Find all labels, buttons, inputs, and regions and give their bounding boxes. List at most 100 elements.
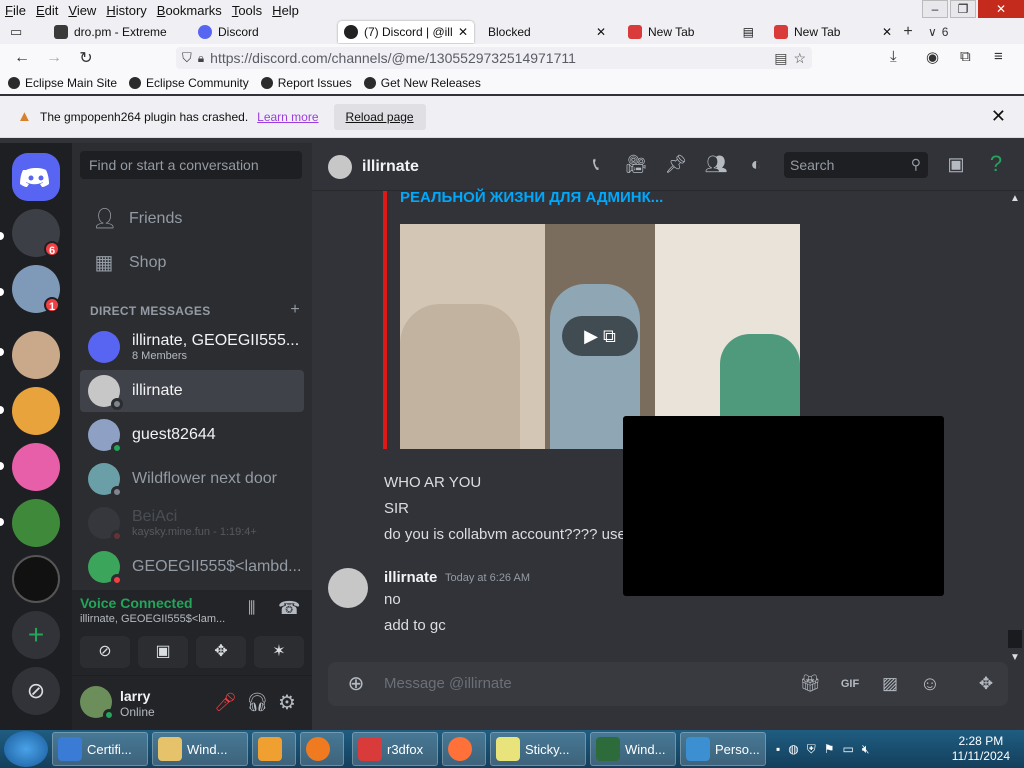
close-tab-icon[interactable]: ✕ — [452, 25, 468, 39]
extensions-icon[interactable]: ⧉ — [960, 48, 971, 65]
tab-new-tab-2[interactable]: New Tab ✕ — [760, 21, 898, 43]
menu-file[interactable]: File — [0, 3, 31, 18]
tab-new-tab-1[interactable]: New Tab ▤ — [612, 21, 760, 43]
dm-item-guest82644[interactable]: guest82644 — [80, 414, 304, 456]
audio-playing-icon[interactable] — [344, 25, 358, 39]
dm-item-wildflower[interactable]: Wildflower next door — [80, 458, 304, 500]
tab-dro-pm[interactable]: dro.pm - Extreme — [48, 21, 192, 43]
add-server-icon[interactable]: + — [12, 611, 60, 659]
server-globe[interactable]: 1 — [12, 265, 60, 313]
tab-discord[interactable]: Discord — [192, 21, 338, 43]
menu-bookmarks[interactable]: Bookmarks — [152, 3, 227, 18]
scroll-down-arrow-icon[interactable]: ▼ — [1010, 652, 1020, 663]
video-call-icon[interactable]: 🎥︎ — [624, 152, 648, 176]
bookmark-star-icon[interactable]: ☆ — [793, 50, 806, 67]
taskbar-app[interactable] — [300, 732, 344, 766]
nav-friends[interactable]: 👤︎ Friends — [80, 199, 304, 239]
activities-button[interactable]: ✥ — [196, 636, 246, 668]
new-tab-icon[interactable]: + — [898, 23, 918, 41]
server-group-dm[interactable]: 6 — [12, 209, 60, 257]
tray-flag-icon[interactable]: ⚑ — [824, 742, 835, 757]
menu-view[interactable]: View — [63, 3, 101, 18]
dm-item-group[interactable]: illirnate, GEOEGII555... 8 Members — [80, 326, 304, 368]
nav-shop[interactable]: ▦ Shop — [80, 243, 304, 283]
taskbar-certificates[interactable]: Certifi... — [52, 732, 148, 766]
tray-security-icon[interactable]: ⛨ — [807, 742, 816, 757]
message-author[interactable]: illirnate — [384, 569, 437, 586]
dm-item-beiaci[interactable]: BeiAci kaysky.mine.fun - 1:19:4+ — [80, 502, 304, 544]
camera-off-button[interactable]: ⊘ — [80, 636, 130, 668]
discord-home-button[interactable] — [12, 153, 60, 201]
server-vegans[interactable] — [12, 499, 60, 547]
taskbar-sticky-notes[interactable]: Sticky... — [490, 732, 586, 766]
headphones-icon[interactable]: 🎧︎ — [246, 692, 269, 713]
minimize-button[interactable]: – — [922, 0, 948, 18]
taskbar-windows[interactable]: Wind... — [590, 732, 676, 766]
learn-more-link[interactable]: Learn more — [257, 110, 318, 124]
gift-icon[interactable]: 🎁︎ — [798, 672, 822, 696]
embed-title-link[interactable]: РЕАЛЬНОЙ ЖИЗНИ ДЛЯ АДМИНК... — [400, 189, 663, 206]
server-ae[interactable] — [12, 555, 60, 603]
server-cat[interactable] — [12, 387, 60, 435]
apps-icon[interactable]: ✥ — [974, 672, 998, 696]
message-author-avatar[interactable] — [328, 568, 368, 608]
noise-suppression-icon[interactable]: ⫼ — [248, 600, 255, 618]
reload-page-button[interactable]: Reload page — [333, 103, 426, 130]
settings-gear-icon[interactable]: ⚙ — [278, 690, 296, 715]
close-tab-icon[interactable]: ✕ — [876, 25, 892, 39]
forward-arrow-icon[interactable]: → — [38, 49, 70, 67]
bookmark-eclipse-main[interactable]: Eclipse Main Site — [8, 76, 117, 90]
server-portrait[interactable] — [12, 331, 60, 379]
discover-compass-icon[interactable]: ⊘ — [12, 667, 60, 715]
voice-call-icon[interactable]: 📞︎ — [584, 152, 608, 176]
screen-share-button[interactable]: ▣ — [138, 636, 188, 668]
message-composer[interactable]: ⊕ Message @illirnate 🎁︎ GIF ▨ ☺ ✥ — [328, 662, 1008, 706]
tray-volume-muted-icon[interactable]: 🔇︎ — [862, 742, 870, 757]
tab-list-icon[interactable]: ▭ — [10, 24, 30, 40]
gif-icon[interactable]: GIF — [838, 672, 862, 696]
dm-search-input[interactable]: Find or start a conversation — [80, 151, 302, 179]
url-bar[interactable]: ⛉ 🔒︎ https://discord.com/channels/@me/13… — [176, 47, 812, 69]
url-text[interactable]: https://discord.com/channels/@me/1305529… — [210, 50, 576, 66]
scrollbar-thumb[interactable] — [1008, 630, 1022, 648]
tray-display-icon[interactable]: ▭ — [843, 742, 854, 757]
chat-search-input[interactable]: Search ⚲ — [784, 152, 928, 178]
maximize-button[interactable]: ❐ — [950, 0, 976, 18]
taskbar-clock[interactable]: 2:28 PM 11/11/2024 — [952, 734, 1010, 764]
play-button-icon[interactable]: ▶ ⧉ — [562, 316, 638, 356]
bookmark-get-new-releases[interactable]: Get New Releases — [363, 76, 481, 90]
close-notification-icon[interactable]: ✕ — [991, 106, 1006, 127]
menu-tools[interactable]: Tools — [227, 3, 267, 18]
bookmark-report-issues[interactable]: Report Issues — [260, 76, 352, 90]
menu-help[interactable]: Help — [267, 3, 304, 18]
permissions-shield-icon[interactable]: ⛉ — [182, 50, 192, 66]
lock-icon[interactable]: 🔒︎ — [198, 51, 204, 66]
menu-edit[interactable]: Edit — [31, 3, 63, 18]
bookmark-eclipse-community[interactable]: Eclipse Community — [129, 76, 249, 90]
help-icon[interactable]: ? — [984, 152, 1008, 176]
tab-reader-icon[interactable]: ▤ — [737, 25, 754, 39]
upload-plus-icon[interactable]: ⊕ — [344, 672, 368, 696]
user-profile-icon[interactable]: ◐ — [744, 152, 768, 176]
tab-discord-active[interactable]: (7) Discord | @illi ✕ — [338, 21, 474, 43]
start-button[interactable] — [4, 731, 48, 767]
scroll-up-arrow-icon[interactable]: ▲ — [1010, 193, 1020, 204]
disconnect-icon[interactable]: ☎ — [278, 598, 300, 619]
sticker-icon[interactable]: ▨ — [878, 672, 902, 696]
app-menu-icon[interactable]: ≡ — [994, 48, 1003, 65]
taskbar-firefox[interactable] — [442, 732, 486, 766]
inbox-icon[interactable]: ▣ — [944, 152, 968, 176]
voice-status[interactable]: Voice Connected — [80, 595, 193, 611]
emoji-icon[interactable]: ☺ — [918, 672, 942, 696]
server-pink[interactable] — [12, 443, 60, 491]
close-window-button[interactable]: ✕ — [978, 0, 1024, 18]
voice-channel[interactable]: illirnate, GEOEGII555$<lam... — [80, 613, 230, 625]
taskbar-personalization[interactable]: Perso... — [680, 732, 766, 766]
soundboard-button[interactable]: ✶ — [254, 636, 304, 668]
reader-view-icon[interactable]: ▤ — [774, 50, 787, 67]
tab-blocked[interactable]: Blocked ✕ — [474, 21, 612, 43]
tray-network-icon[interactable]: ◍ — [788, 742, 798, 757]
tab-overflow-chevron-icon[interactable]: ∨ — [928, 25, 937, 39]
pinned-messages-icon[interactable]: 📌︎ — [664, 152, 688, 176]
account-icon[interactable]: ◉ — [926, 48, 939, 66]
